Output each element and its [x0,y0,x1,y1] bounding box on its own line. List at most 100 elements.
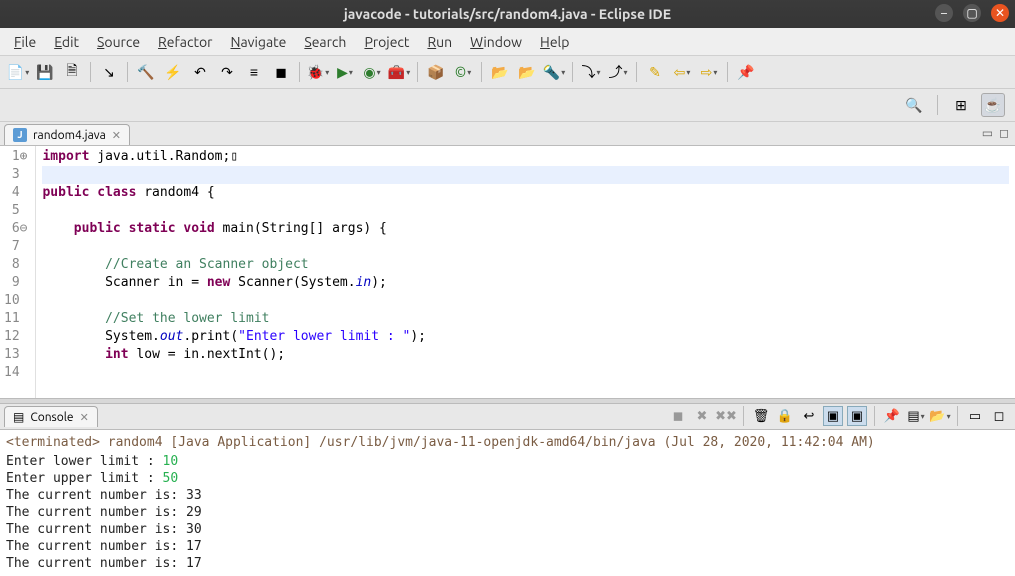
menu-search[interactable]: Search [296,31,354,53]
prev-annotation-button[interactable]: ⤴ [606,60,630,84]
editor-tab-row: J random4.java ✕ ▭ ◻ [0,122,1015,146]
line-number: 12 [4,328,27,346]
open-task-button[interactable]: 📂 [515,60,539,84]
pin-button[interactable]: 📌 [734,60,758,84]
line-number: 13 [4,346,27,364]
code-line[interactable]: System.out.print("Enter lower limit : ")… [42,328,1009,346]
console-line: Enter upper limit : 50 [6,470,1009,487]
line-number: 9 [4,274,27,292]
new-class-button[interactable]: © [451,60,475,84]
code-line[interactable] [42,292,1009,310]
save-all-button[interactable]: 🗎 [60,60,84,84]
clear-console-button[interactable]: 🗑 [751,406,771,426]
line-number: 3 [4,166,27,184]
code-line[interactable]: int low = in.nextInt(); [42,346,1009,364]
save-button[interactable]: 💾 [33,60,57,84]
console-tab-label: Console [30,411,73,424]
menu-navigate[interactable]: Navigate [222,31,294,53]
coverage-button[interactable]: ◉ [360,60,384,84]
menu-bar: FileEditSourceRefactorNavigateSearchProj… [0,28,1015,56]
menu-help[interactable]: Help [532,31,577,53]
java-perspective-button[interactable]: ☕ [981,93,1005,117]
display-selected-console-button[interactable]: ▤ [906,406,926,426]
minimize-button[interactable]: – [935,4,953,22]
line-number: 7 [4,238,27,256]
search-icon-button[interactable]: 🔍 [902,93,926,117]
title-bar: javacode - tutorials/src/random4.java - … [0,0,1015,28]
remove-launch-button[interactable]: ✖ [692,406,712,426]
show-console-error-button[interactable]: ▣ [847,406,867,426]
show-console-standard-button[interactable]: ▣ [823,406,843,426]
line-number: 8 [4,256,27,274]
tab-label: random4.java [33,129,106,142]
console-output[interactable]: <terminated> random4 [Java Application] … [0,430,1015,576]
console-icon: ▤ [13,410,24,424]
terminate-button[interactable]: ◼ [668,406,688,426]
last-edit-button[interactable]: ✎ [643,60,667,84]
scroll-lock-button[interactable]: 🔒 [775,406,795,426]
tab-console[interactable]: ▤ Console ✕ [4,406,98,427]
console-line: The current number is: 17 [6,555,1009,572]
menu-source[interactable]: Source [89,31,148,53]
stop-button[interactable]: ◼ [269,60,293,84]
console-line: The current number is: 30 [6,521,1009,538]
undo-button[interactable]: ↶ [188,60,212,84]
menu-project[interactable]: Project [356,31,417,53]
pin-console-button[interactable]: 📌 [882,406,902,426]
code-line[interactable]: //Set the lower limit [42,310,1009,328]
line-number: 14 [4,364,27,382]
open-console-button[interactable]: 📂 [930,406,950,426]
tab-close-icon[interactable]: ✕ [112,129,121,142]
close-button[interactable]: ✕ [991,4,1009,22]
code-editor[interactable]: 1⊕ 3 4 5 6⊖ 7 8 9 10 11 12 13 14 import … [0,146,1015,398]
line-number: 11 [4,310,27,328]
back-button[interactable]: ⇦ [670,60,694,84]
console-line: The current number is: 17 [6,538,1009,555]
run-button[interactable]: ▶ [333,60,357,84]
new-package-button[interactable]: 📦 [424,60,448,84]
comment-button[interactable]: ≡ [242,60,266,84]
menu-run[interactable]: Run [419,31,460,53]
forward-button[interactable]: ⇨ [697,60,721,84]
line-number: 1⊕ [4,148,27,166]
maximize-button[interactable]: ▢ [963,4,981,22]
toggle-breadcrumb-button[interactable]: ↘ [97,60,121,84]
new-button[interactable]: 📄 [6,60,30,84]
code-line[interactable]: //Create an Scanner object [42,256,1009,274]
code-line[interactable]: public static void main(String[] args) { [42,220,1009,238]
code-line[interactable] [42,166,1009,184]
code-line[interactable]: Scanner in = new Scanner(System.in); [42,274,1009,292]
console-maximize-icon[interactable]: ◻ [989,406,1009,426]
console-line: Enter lower limit : 10 [6,453,1009,470]
code-line[interactable] [42,202,1009,220]
java-file-icon: J [13,128,27,142]
next-annotation-button[interactable]: ⤵ [579,60,603,84]
menu-file[interactable]: File [6,31,44,53]
code-line[interactable] [42,238,1009,256]
external-tools-button[interactable]: 🧰 [387,60,411,84]
tab-random4-java[interactable]: J random4.java ✕ [4,124,130,145]
code-line[interactable]: import java.util.Random;▯ [42,148,1009,166]
minimize-view-icon[interactable]: ▭ [982,126,993,140]
debug-button[interactable]: 🐞 [306,60,330,84]
menu-window[interactable]: Window [462,31,530,53]
remove-all-button[interactable]: ✖✖ [716,406,736,426]
line-number: 4 [4,184,27,202]
console-minimize-icon[interactable]: ▭ [965,406,985,426]
open-perspective-button[interactable]: ⊞ [949,93,973,117]
lightning-button[interactable]: ⚡ [161,60,185,84]
menu-edit[interactable]: Edit [46,31,87,53]
console-line: The current number is: 29 [6,504,1009,521]
maximize-view-icon[interactable]: ◻ [999,126,1009,140]
redo-button[interactable]: ↷ [215,60,239,84]
line-number: 6⊖ [4,220,27,238]
search-toolbar-button[interactable]: 🔦 [542,60,566,84]
console-status-line: <terminated> random4 [Java Application] … [6,434,1009,451]
menu-refactor[interactable]: Refactor [150,31,220,53]
word-wrap-button[interactable]: ↩ [799,406,819,426]
code-line[interactable] [42,364,1009,382]
open-type-button[interactable]: 📂 [488,60,512,84]
console-tab-close-icon[interactable]: ✕ [80,411,89,424]
build-button[interactable]: 🔨 [134,60,158,84]
code-line[interactable]: public class random4 { [42,184,1009,202]
